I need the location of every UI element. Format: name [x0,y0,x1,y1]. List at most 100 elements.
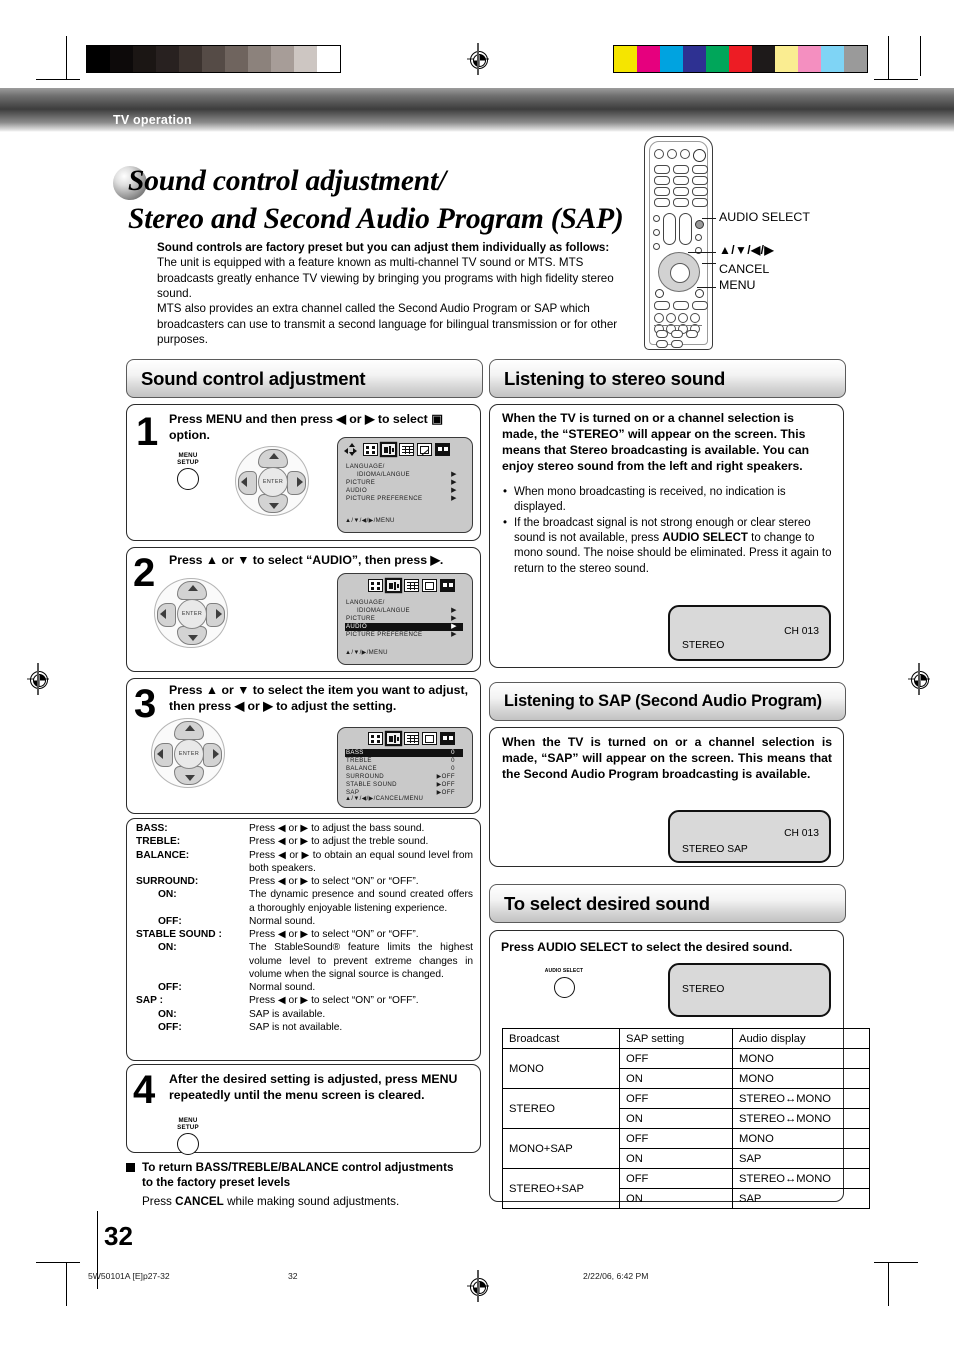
crop-mark-tl-h [36,79,80,81]
select-sound-tv-screen: STEREO [668,963,831,1017]
heading-listening-stereo-label: Listening to stereo sound [504,368,726,389]
setting-row: BASS: Press ◀ or ▶ to adjust the bass sou… [136,822,473,835]
heading-listening-stereo: Listening to stereo sound [489,359,846,398]
osd-row-picture[interactable]: PICTURE ▶ [345,615,463,623]
table-cell-sap-setting: OFF [619,1088,733,1109]
remote-audio-select-button[interactable] [695,220,704,229]
intro-text: Sound controls are factory preset but yo… [157,240,627,348]
color-swatch-10 [844,46,867,72]
remote-label-audio-select: AUDIO SELECT [719,210,810,224]
setting-row: BALANCE: Press ◀ or ▶ to obtain an equal … [136,849,473,876]
osd-row-label: AUDIO [346,623,368,630]
setting-term: OFF: [158,982,182,993]
leader-line-audio-select [702,218,716,220]
setting-description: The StableSound® feature limits the high… [249,942,473,980]
remote-row-numeric-1 [654,165,708,174]
osd-audio-row-stable-sound[interactable]: STABLE SOUND ▶OFF [345,781,463,789]
remote-side-button-1 [653,215,660,222]
osd-icon-language [368,732,383,745]
osd-audio-row-treble[interactable]: TREBLE 0 [345,757,463,765]
crop-mark-tl-v [66,36,68,80]
osd-audio-row-label: BALANCE [346,765,377,772]
remote-dpad[interactable] [658,252,700,292]
menu-setup-circle-icon [177,1133,199,1156]
gray-swatch-7 [248,46,271,72]
osd-audio-row-value: 0 [451,765,455,772]
audio-select-circle-icon [553,976,575,998]
table-header-cell: Broadcast [502,1028,620,1049]
osd-main-rows-step1: LANGUAGE/IDIOMA/LANGUE ▶ PICTURE ▶ AUDIO ▶ PIC… [345,463,463,503]
table-cell-audio-display: MONO [732,1048,870,1069]
wheel-enter-button[interactable]: ENTER [174,739,204,769]
sap-screen-mode: STEREO SAP [682,844,748,855]
stereo-bullet-1: When mono broadcasting is received, no i… [514,485,833,515]
note-bullet-square-icon [126,1163,135,1172]
color-swatch-1 [637,46,660,72]
setting-description: Normal sound. [249,915,316,927]
crop-mark-bl-v [66,1262,68,1306]
setting-term: BALANCE: [136,849,190,861]
page-title-line1: Sound control adjustment/ [128,165,446,197]
osd-row-label: IDIOMA/LANGUE [357,607,410,614]
osd-row-language[interactable]: LANGUAGE/ [345,599,463,607]
osd-row-label: PICTURE PREFERENCE [346,631,423,638]
setting-description: Press ◀ or ▶ to adjust the bass sound. [249,823,425,834]
osd-audio-row-value: 0 [451,749,455,756]
osd-icon-captions [435,443,450,456]
osd-icon-preference [422,732,437,745]
osd-audio-rows: BASS 0 TREBLE 0 BALANCE 0 SURROUND ▶OFF STABLE S… [345,749,463,797]
osd-audio-row-surround[interactable]: SURROUND ▶OFF [345,773,463,781]
osd-row-audio[interactable]: AUDIO ▶ [345,623,463,631]
remote-volume-bar-right [679,213,692,245]
manual-page: TV operation Sound control adjustment/ S… [0,0,954,1351]
stereo-bullet-2-bold: AUDIO SELECT [662,532,748,545]
table-cell-audio-display: MONO [732,1068,870,1089]
osd-row-picture-preference[interactable]: PICTURE PREFERENCE ▶ [345,631,463,639]
step-2-cursor-wheel[interactable]: ENTER [154,578,228,648]
osd-icon-strip [368,732,455,745]
note-body-bold: CANCEL [175,1194,224,1208]
step-1-menu-setup-button[interactable]: MENU SETUP [171,452,205,491]
osd-audio-row-value: ▶OFF [436,773,455,780]
remote-label-menu: MENU [719,278,756,292]
osd-icon-strip [368,579,455,592]
setting-term: BASS: [136,823,168,834]
osd-audio-row-value: ▶OFF [436,789,455,796]
wheel-down-arrow-icon [269,503,279,509]
osd-audio-row-balance[interactable]: BALANCE 0 [345,765,463,773]
osd-icon-captions [440,732,455,745]
intro-lead-bold: Sound controls are factory preset but yo… [157,241,610,254]
table-cell-audio-display: STEREO↔MONO [732,1108,870,1129]
wheel-enter-button[interactable]: ENTER [177,599,207,629]
remote-menu-button[interactable] [655,289,664,298]
gray-swatch-8 [271,46,294,72]
leader-line-menu [697,287,716,289]
select-screen-mode: STEREO [682,984,725,995]
setting-term: ON: [158,942,177,954]
osd-row-idioma-langue[interactable]: IDIOMA/LANGUE ▶ [345,607,463,615]
setting-row: ON: SAP is available. [136,1008,473,1021]
remote-side-button-2 [653,229,660,236]
color-swatch-8 [798,46,821,72]
setting-description: Press ◀ or ▶ to select “ON” or “OFF”. [249,876,419,887]
step-4-menu-setup-button[interactable]: MENU SETUP [171,1117,205,1156]
wheel-enter-button[interactable]: ENTER [258,467,288,497]
setting-row: ON: The StableSound® feature limits the h… [136,941,473,981]
color-swatch-2 [660,46,683,72]
crop-mark-tr-h [874,79,918,81]
step-1-cursor-wheel[interactable]: ENTER [235,446,309,516]
remote-side-button-3 [653,243,660,250]
table-cell-broadcast: MONO+SAP [502,1128,620,1169]
osd-row-picture[interactable]: PICTURE ▶ [345,479,463,487]
osd-row-language[interactable]: LANGUAGE/ [345,463,463,471]
step-3-cursor-wheel[interactable]: ENTER [151,718,225,788]
osd-row-audio[interactable]: AUDIO ▶ [345,487,463,495]
remote-cancel-button[interactable] [695,289,704,298]
stereo-screen-mode: STEREO [682,640,725,651]
osd-row-idioma-langue[interactable]: IDIOMA/LANGUE ▶ [345,471,463,479]
osd-row-label: PICTURE PREFERENCE [346,495,423,502]
remote-row-bottom-2 [656,340,683,348]
osd-audio-row-bass[interactable]: BASS 0 [345,749,463,757]
osd-row-picture-preference[interactable]: PICTURE PREFERENCE ▶ [345,495,463,503]
audio-select-button-graphic[interactable]: AUDIO SELECT [541,968,587,998]
